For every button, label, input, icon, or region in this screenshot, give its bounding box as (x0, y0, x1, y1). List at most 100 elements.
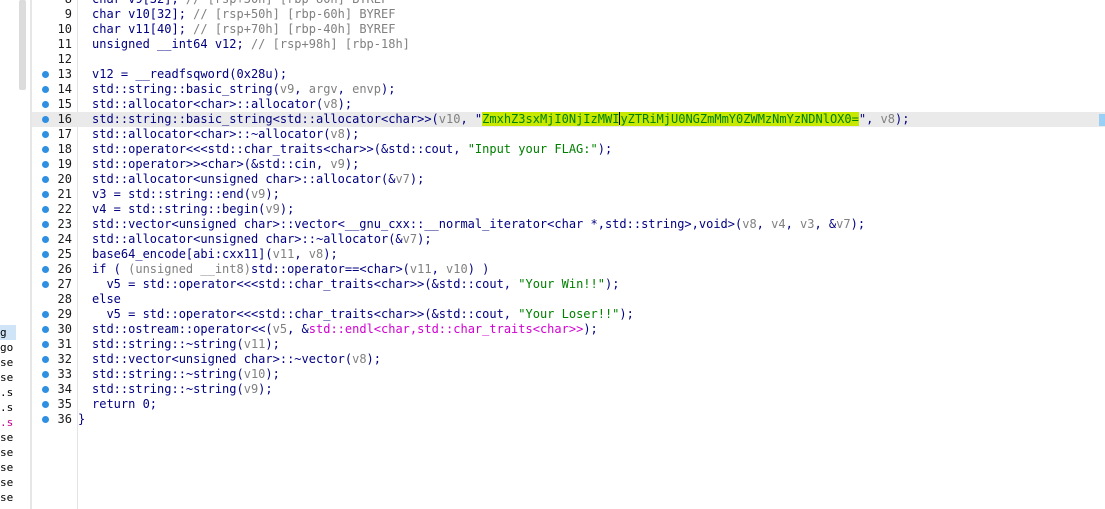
code-token: ); (265, 337, 280, 351)
code-token: ); (344, 157, 360, 171)
code-line[interactable]: 21 v3 = std::string::end(v9); (32, 187, 1105, 202)
code-text: std::operator<<<std::char_traits<char>>(… (92, 142, 612, 157)
function-list-item[interactable]: se (0, 460, 16, 475)
code-line[interactable]: 9 char v10[32]; // [rsp+50h] [rbp-60h] BY… (32, 7, 1105, 22)
code-line[interactable]: 33 std::string::~string(v10); (32, 367, 1105, 382)
code-token: argv (308, 82, 338, 96)
line-number: 35 (57, 397, 72, 411)
code-line[interactable]: 16 std::string::basic_string<std::allocat… (32, 112, 1105, 127)
code-text: v3 = std::string::end(v9); (92, 187, 280, 202)
function-list-item[interactable]: .s (0, 385, 16, 400)
function-name-fragments: ggosese.s.s.ssesesesesese (0, 325, 16, 509)
code-token: v9 (250, 187, 266, 201)
function-list-item[interactable]: se (0, 430, 16, 445)
function-list-item[interactable]: se (0, 475, 16, 490)
code-token: v7 (402, 232, 418, 246)
code-token: std::string::basic_string( (92, 82, 280, 96)
code-line[interactable]: 8 char v9[32]; // [rsp+30h] [rbp-80h] BYR… (32, 0, 1105, 7)
code-token: ", (858, 112, 881, 126)
function-list-item[interactable]: .s (0, 400, 16, 415)
code-text: std::string::basic_string<std::allocator… (92, 112, 909, 127)
code-token: ); (597, 142, 613, 156)
code-token: ); (409, 172, 425, 186)
code-line[interactable]: 34 std::string::~string(v9); (32, 382, 1105, 397)
code-line[interactable]: 26 if ( (unsigned __int8)std::operator==<… (32, 262, 1105, 277)
line-number: 25 (57, 247, 72, 261)
code-token: ); (583, 322, 598, 336)
function-list-item[interactable]: se (0, 355, 16, 370)
function-list-item[interactable]: se (0, 370, 16, 385)
code-line[interactable]: 15 std::allocator<char>::allocator(v8); (32, 97, 1105, 112)
code-token: v4 = std::string::begin( (92, 202, 266, 216)
function-list-item[interactable]: se (0, 445, 16, 460)
code-token: return 0; (92, 397, 158, 411)
code-line[interactable]: 19 std::operator>><char>(&std::cin, v9); (32, 157, 1105, 172)
vertical-scrollbar-thumb[interactable] (1099, 114, 1105, 126)
code-text: std::allocator<char>::~allocator(v8); (92, 127, 359, 142)
code-token: v5 = std::operator<<<std::char_traits<ch… (92, 277, 519, 291)
code-token: v10 (438, 112, 461, 126)
code-token: , (785, 217, 801, 231)
code-line[interactable]: 30 std::ostream::operator<<(v5, &std::end… (32, 322, 1105, 337)
function-list-item[interactable]: se (0, 490, 16, 505)
code-line[interactable]: 13 v12 = __readfsqword(0x28u); (32, 67, 1105, 82)
code-line[interactable]: 29 v5 = std::operator<<<std::char_traits… (32, 307, 1105, 322)
line-number: 20 (57, 172, 72, 186)
code-token: ); (417, 232, 432, 246)
code-line[interactable]: 10 char v11[40]; // [rsp+70h] [rbp-40h] B… (32, 22, 1105, 37)
code-token: std::operator==<char>( (250, 262, 410, 276)
line-number: 22 (57, 202, 72, 216)
line-number: 33 (57, 367, 72, 381)
code-token: , (431, 262, 447, 276)
code-token: ); (337, 97, 353, 111)
function-list-item[interactable]: g (0, 325, 16, 340)
code-token: , (294, 82, 309, 96)
code-line[interactable]: 14 std::string::basic_string(v9, argv, en… (32, 82, 1105, 97)
code-line[interactable]: 28 else (32, 292, 1105, 307)
function-list-item[interactable]: .s (0, 415, 16, 430)
function-list-item[interactable]: se (0, 505, 16, 509)
line-number: 14 (57, 82, 72, 96)
code-line[interactable]: 25 base64_encode[abi:cxx11](v11, v8); (32, 247, 1105, 262)
code-text: std::string::~string(v11); (92, 337, 280, 352)
code-token: std::vector<unsigned char>::~vector( (92, 352, 353, 366)
code-token: v3 (800, 217, 815, 231)
code-token: v7 (836, 217, 851, 231)
function-list-pane: ggosese.s.s.ssesesesesese (0, 0, 30, 509)
code-token: ); (381, 82, 396, 96)
code-line[interactable]: 35 return 0; (32, 397, 1105, 412)
function-list-scrollbar[interactable] (19, 0, 26, 90)
line-number: 18 (57, 142, 72, 156)
code-line[interactable]: 27 v5 = std::operator<<<std::char_traits… (32, 277, 1105, 292)
code-line[interactable]: 11 unsigned __int64 v12; // [rsp+98h] [rb… (32, 37, 1105, 52)
code-line[interactable]: 23 std::vector<unsigned char>::vector<__g… (32, 217, 1105, 232)
code-token: ); (366, 352, 381, 366)
function-list-item[interactable]: go (0, 340, 16, 355)
code-token: // [rsp+30h] [rbp-80h] BYREF (186, 0, 388, 6)
code-token: v8 (880, 112, 895, 126)
pseudocode-view[interactable]: 8 char v9[32]; // [rsp+30h] [rbp-80h] BYR… (32, 0, 1105, 427)
code-text: std::allocator<unsigned char>::~allocato… (92, 232, 432, 247)
code-line[interactable]: 18 std::operator<<<std::char_traits<char>… (32, 142, 1105, 157)
code-token: ); (265, 367, 280, 381)
code-line[interactable]: 36} (32, 412, 1105, 427)
code-text: std::string::~string(v10); (92, 367, 280, 382)
code-text: std::operator>><char>(&std::cin, v9); (92, 157, 359, 172)
code-line[interactable]: 31 std::string::~string(v11); (32, 337, 1105, 352)
code-text: else (92, 292, 121, 307)
code-token: char v11[40]; (92, 22, 194, 36)
code-line[interactable]: 24 std::allocator<unsigned char>::~alloca… (32, 232, 1105, 247)
code-token: std::allocator<char>::allocator( (92, 97, 324, 111)
code-text: return 0; (92, 397, 157, 412)
code-token: std::ostream::operator<<( (92, 322, 273, 336)
code-token: ); (323, 247, 338, 261)
code-line[interactable]: 32 std::vector<unsigned char>::~vector(v8… (32, 352, 1105, 367)
code-token: v11 (243, 337, 266, 351)
code-line[interactable]: 22 v4 = std::string::begin(v9); (32, 202, 1105, 217)
code-token: std::vector<unsigned char>::vector<__gnu… (92, 217, 743, 231)
code-line[interactable]: 12 (32, 52, 1105, 67)
line-number: 13 (57, 67, 72, 81)
code-line[interactable]: 17 std::allocator<char>::~allocator(v8); (32, 127, 1105, 142)
line-number: 36 (57, 412, 72, 426)
code-line[interactable]: 20 std::allocator<unsigned char>::allocat… (32, 172, 1105, 187)
